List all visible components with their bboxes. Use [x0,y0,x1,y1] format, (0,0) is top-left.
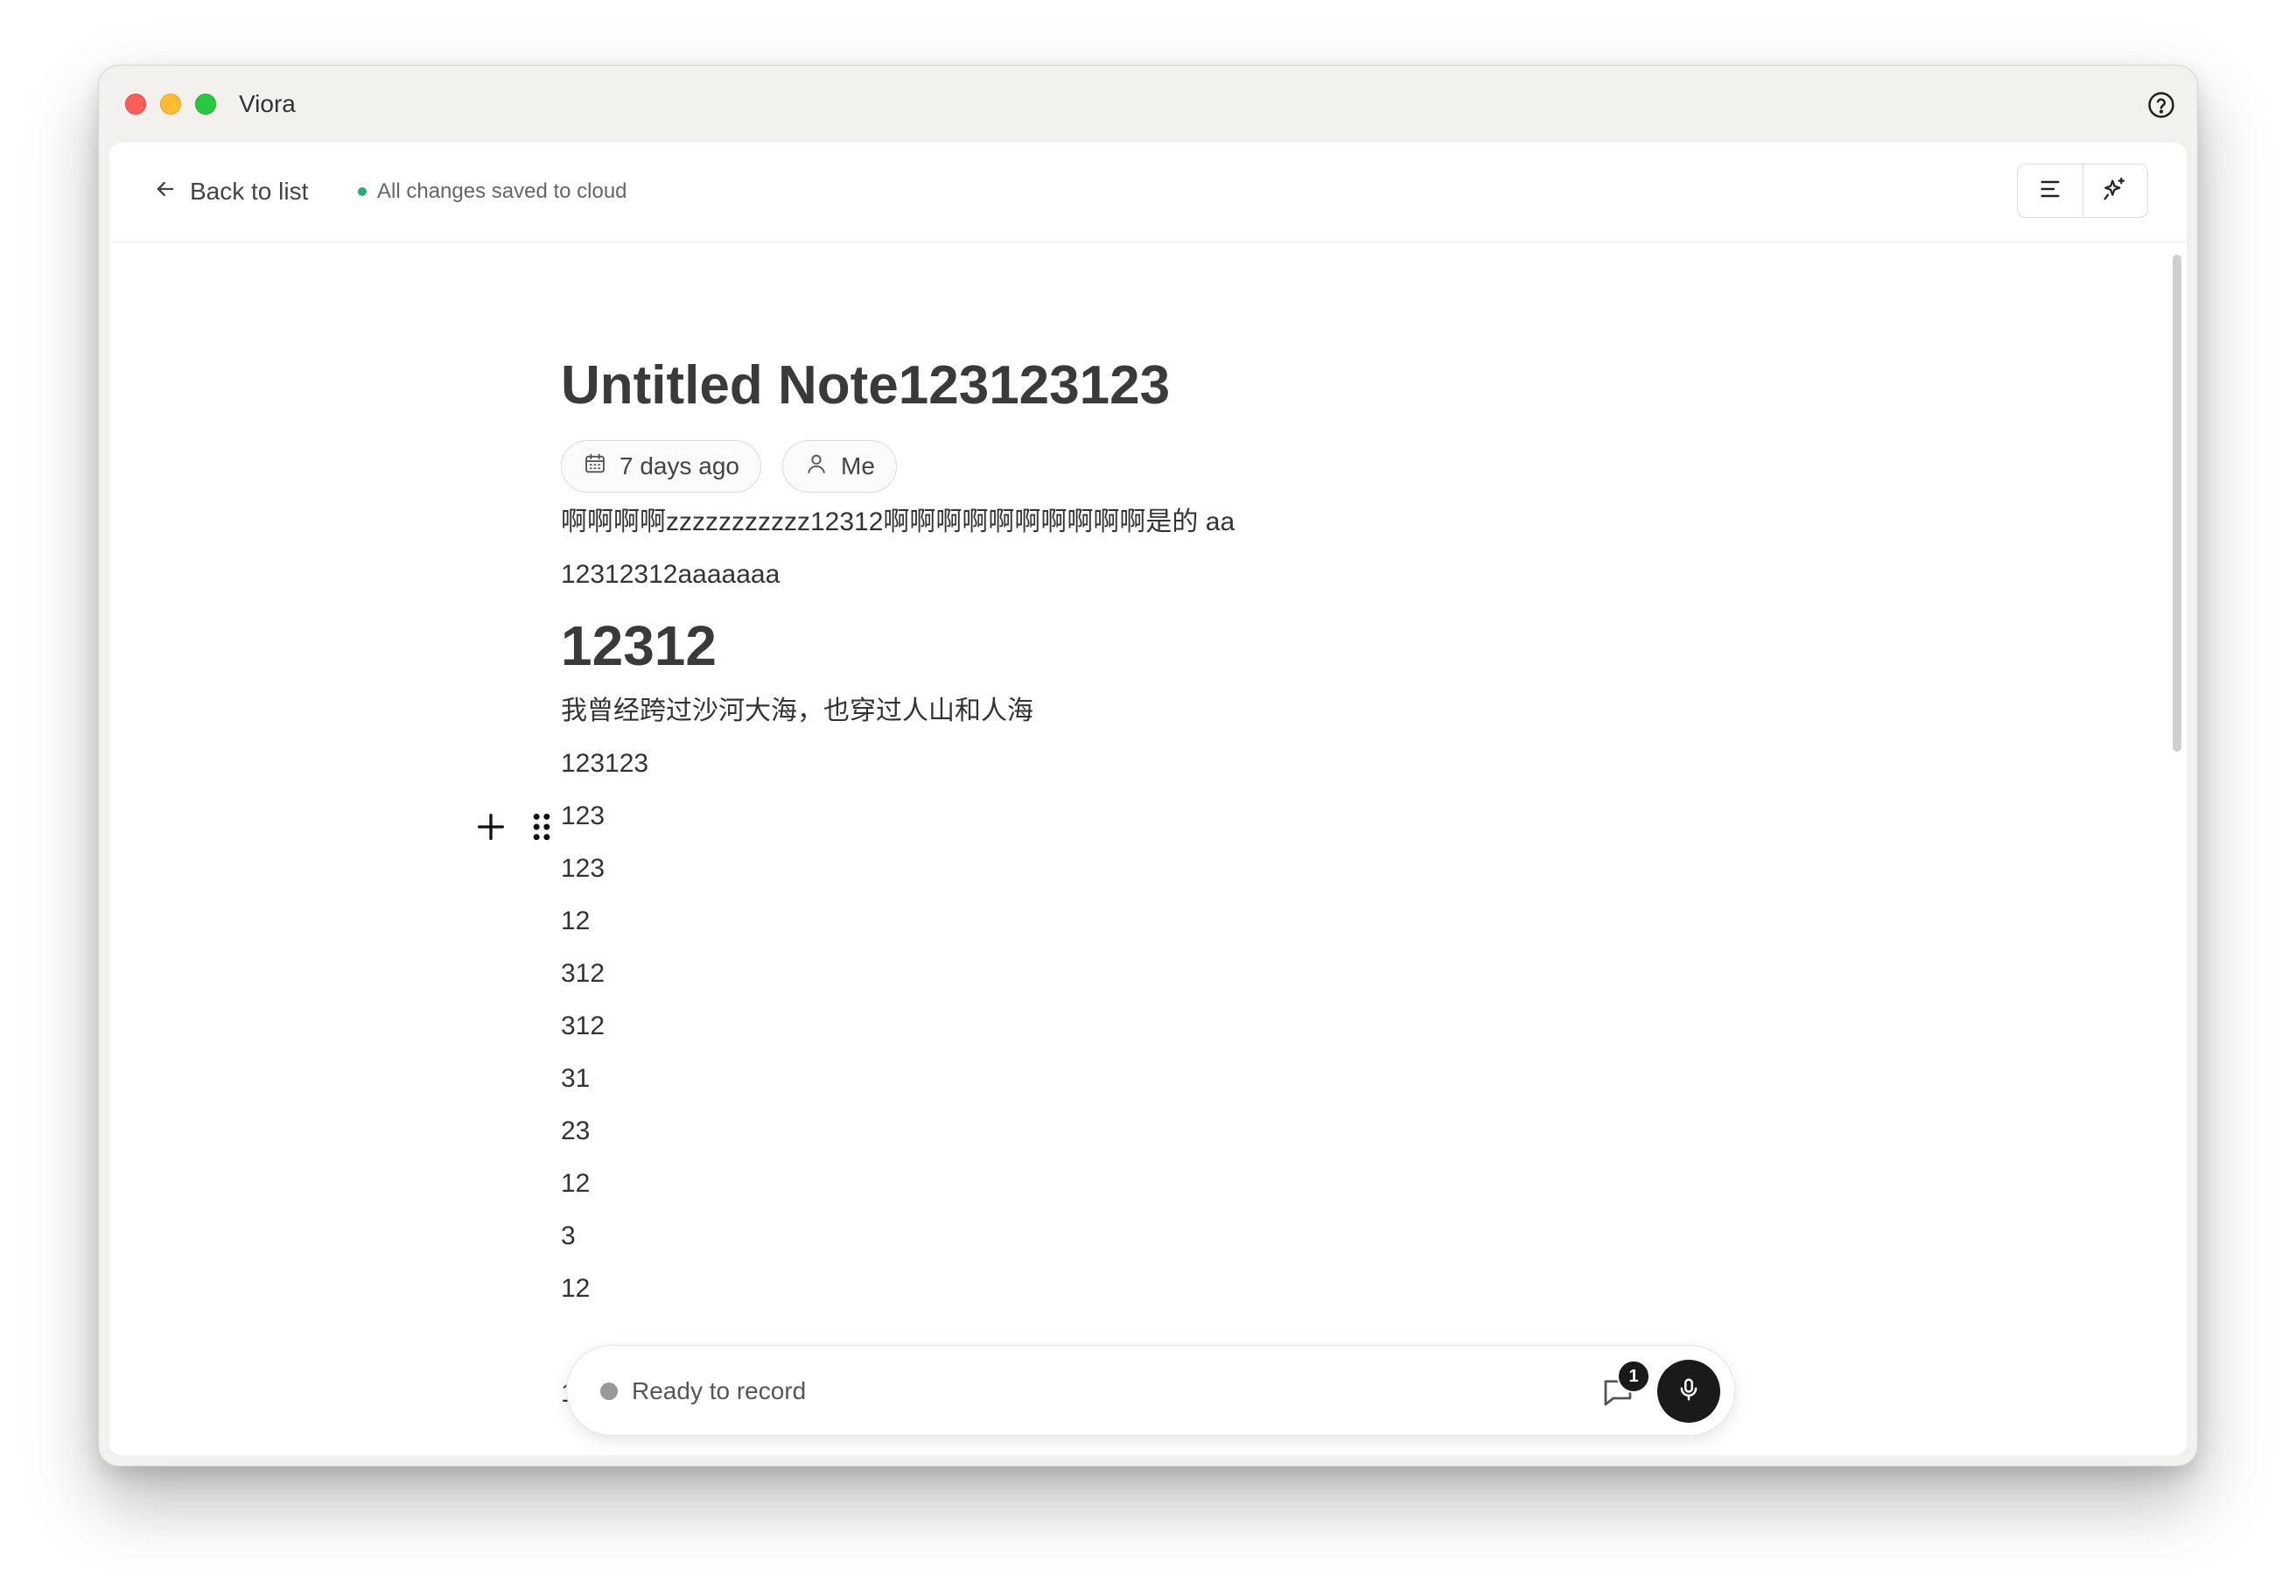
maximize-window-button[interactable] [195,94,216,115]
minimize-window-button[interactable] [160,94,181,115]
list-item[interactable]: 31 [561,1053,1873,1105]
outline-icon [2036,175,2064,207]
drag-handle-icon[interactable] [524,809,559,849]
list-item[interactable]: 123 [561,843,1873,895]
paragraph[interactable]: 啊啊啊啊zzzzzzzzzzz12312啊啊啊啊啊啊啊啊啊啊是的 aa [561,496,1873,549]
paragraph[interactable]: 12312312aaaaaaa [561,549,1873,601]
main-content: Back to list All changes saved to cloud [109,143,2187,1455]
date-chip-label: 7 days ago [620,452,739,480]
list-item[interactable]: 12 [561,895,1873,948]
note-editor[interactable]: Untitled Note123123123 7 days ago Me 啊啊啊… [478,242,1873,1455]
user-icon [804,452,829,482]
app-window: Viora Back to list All changes saved to … [98,65,2198,1466]
date-chip[interactable]: 7 days ago [561,440,761,493]
save-status: All changes saved to cloud [358,178,627,206]
back-to-list-button[interactable]: Back to list [153,174,308,209]
app-title: Viora [239,90,296,117]
recording-status-dot [600,1382,618,1400]
list-item[interactable]: 12 [561,1158,1873,1210]
back-to-list-label: Back to list [190,178,309,205]
list-item[interactable]: 12 [561,1263,1873,1315]
paragraph[interactable]: 我曾经跨过沙河大海，也穿过人山和人海 [561,685,1873,738]
close-window-button[interactable] [125,94,146,115]
note-toolbar: Back to list All changes saved to cloud [109,143,2187,242]
scrollbar-thumb[interactable] [2173,255,2181,752]
list-item[interactable]: 23 [561,1105,1873,1158]
outline-button[interactable] [2018,164,2082,217]
note-meta: 7 days ago Me [561,440,897,493]
list-item[interactable]: 123 [561,790,1873,843]
plus-icon[interactable] [473,809,508,849]
help-circle-icon[interactable] [2146,90,2176,120]
ai-assistant-button[interactable] [2082,164,2148,217]
record-button[interactable] [1657,1360,1720,1423]
calendar-icon [583,452,607,482]
list-item[interactable]: 123123 [561,738,1873,790]
note-title[interactable]: Untitled Note123123123 [561,351,1170,421]
list-item[interactable]: 3 [561,1210,1873,1263]
recorder-status: Ready to record [632,1377,807,1404]
save-status-text: All changes saved to cloud [377,179,627,203]
arrow-left-icon [153,177,178,207]
note-body[interactable]: 啊啊啊啊zzzzzzzzzzz12312啊啊啊啊啊啊啊啊啊啊是的 aa 1231… [561,496,1873,1420]
voice-recorder-bar: Ready to record 1 [566,1345,1735,1436]
block-controls [473,802,559,855]
author-chip[interactable]: Me [782,440,897,493]
list-item[interactable]: 312 [561,1000,1873,1053]
comment-count-badge: 1 [1617,1360,1650,1393]
microphone-icon [1676,1376,1702,1407]
saved-status-dot [358,187,367,196]
heading-block[interactable]: 12312 [561,606,1873,685]
sparkles-icon [2101,175,2129,207]
author-chip-label: Me [841,452,875,480]
list-item[interactable]: 312 [561,948,1873,1000]
view-tools [2017,164,2148,218]
title-bar: Viora [99,66,2197,143]
